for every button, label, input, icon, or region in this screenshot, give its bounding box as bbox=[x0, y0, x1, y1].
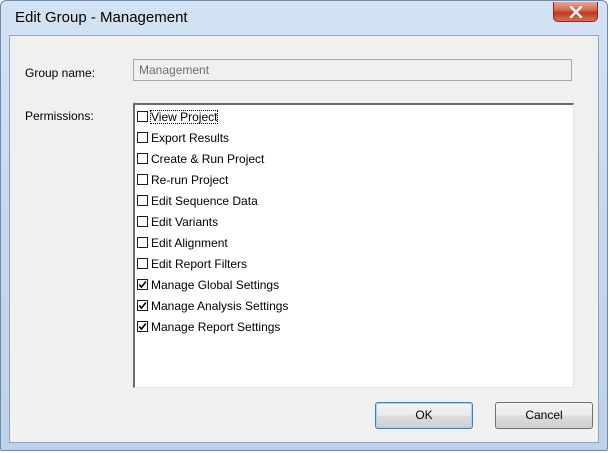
checkbox-unchecked[interactable] bbox=[137, 111, 148, 122]
checkmark-icon bbox=[138, 302, 147, 310]
dialog-body: Group name: Management Permissions: View… bbox=[9, 35, 599, 443]
checkbox-unchecked[interactable] bbox=[137, 195, 148, 206]
permission-item[interactable]: Edit Alignment bbox=[135, 232, 573, 253]
window-title: Edit Group - Management bbox=[15, 9, 188, 26]
group-name-label: Group name: bbox=[25, 66, 96, 80]
permission-label: Edit Sequence Data bbox=[151, 193, 258, 208]
checkbox-checked[interactable] bbox=[137, 321, 148, 332]
permission-item[interactable]: Manage Report Settings bbox=[135, 316, 573, 337]
checkbox-checked[interactable] bbox=[137, 279, 148, 290]
dialog-window: Edit Group - Management Group name: Mana… bbox=[0, 0, 608, 451]
permission-label: Edit Alignment bbox=[151, 235, 228, 250]
close-button[interactable] bbox=[553, 2, 598, 22]
close-icon bbox=[569, 6, 583, 18]
permission-label: Manage Global Settings bbox=[151, 277, 280, 292]
permission-item[interactable]: Create & Run Project bbox=[135, 148, 573, 169]
title-bar[interactable]: Edit Group - Management bbox=[1, 1, 607, 35]
checkbox-unchecked[interactable] bbox=[137, 174, 148, 185]
checkbox-unchecked[interactable] bbox=[137, 153, 148, 164]
permission-label: Create & Run Project bbox=[151, 151, 265, 166]
permission-label: Export Results bbox=[151, 130, 230, 145]
permission-item[interactable]: Manage Global Settings bbox=[135, 274, 573, 295]
permission-item[interactable]: Manage Analysis Settings bbox=[135, 295, 573, 316]
cancel-button[interactable]: Cancel bbox=[495, 402, 593, 429]
ok-button[interactable]: OK bbox=[375, 402, 473, 429]
group-name-field[interactable]: Management bbox=[133, 59, 572, 81]
checkmark-icon bbox=[138, 281, 147, 289]
checkbox-unchecked[interactable] bbox=[137, 258, 148, 269]
permission-label: Manage Report Settings bbox=[151, 319, 281, 334]
permission-label: View Project bbox=[150, 109, 219, 124]
checkbox-unchecked[interactable] bbox=[137, 237, 148, 248]
permission-item[interactable]: View Project bbox=[135, 106, 573, 127]
permission-label: Edit Report Filters bbox=[151, 256, 248, 271]
permission-label: Manage Analysis Settings bbox=[151, 298, 289, 313]
checkbox-unchecked[interactable] bbox=[137, 132, 148, 143]
permission-item[interactable]: Edit Variants bbox=[135, 211, 573, 232]
checkbox-checked[interactable] bbox=[137, 300, 148, 311]
permission-item[interactable]: Edit Report Filters bbox=[135, 253, 573, 274]
checkbox-unchecked[interactable] bbox=[137, 216, 148, 227]
permissions-list[interactable]: View Project Export Results Create & Run P… bbox=[133, 103, 574, 388]
permissions-label: Permissions: bbox=[25, 109, 94, 123]
checkmark-icon bbox=[138, 323, 147, 331]
permission-item[interactable]: Edit Sequence Data bbox=[135, 190, 573, 211]
permission-label: Edit Variants bbox=[151, 214, 219, 229]
permission-item[interactable]: Export Results bbox=[135, 127, 573, 148]
permission-label: Re-run Project bbox=[151, 172, 229, 187]
permission-item[interactable]: Re-run Project bbox=[135, 169, 573, 190]
